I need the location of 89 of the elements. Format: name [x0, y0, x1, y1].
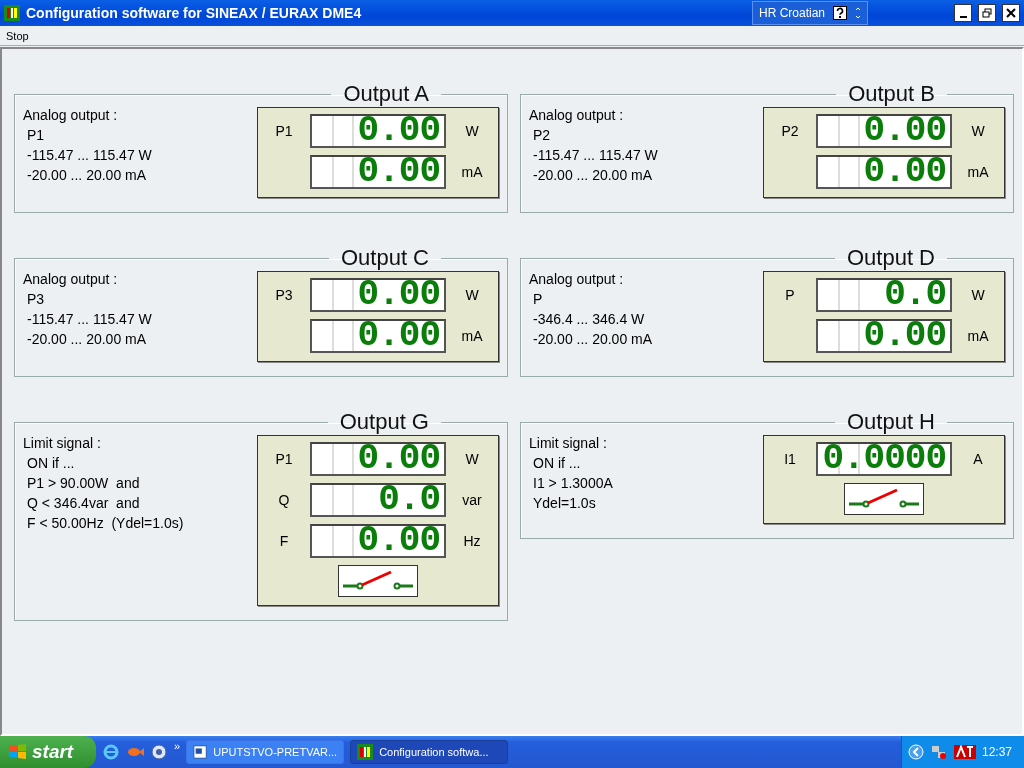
restore-button[interactable] — [978, 4, 996, 22]
clock: 12:37 — [981, 745, 1012, 759]
menu-item[interactable]: Stop — [6, 29, 29, 42]
unit-label: mA — [966, 164, 990, 180]
unit-label: Hz — [462, 533, 482, 549]
info-text: P1 > 90.00W and — [26, 474, 141, 493]
info-text: P2 — [532, 126, 552, 145]
unit-label: W — [464, 287, 480, 303]
info-text: Q < 346.4var and — [26, 494, 141, 513]
info-text: P — [532, 290, 544, 309]
quantity-label: P3 — [274, 287, 294, 303]
info-text: -20.00 ... 20.00 mA — [26, 166, 148, 185]
info-text: Limit signal : — [23, 434, 102, 453]
info-text: -115.47 ... 115.47 W — [26, 310, 152, 329]
graphics-icon[interactable] — [953, 745, 976, 759]
taskbar-button[interactable]: UPUTSTVO-PRETVAR... — [186, 740, 345, 764]
panel-title: Output G — [338, 411, 430, 433]
more-button[interactable]: » — [174, 740, 181, 752]
close-icon — [1006, 8, 1016, 18]
panel-title: Output H — [845, 411, 936, 433]
unit-label: W — [970, 123, 986, 139]
panel-title: Output A — [342, 83, 430, 105]
taskbar-button[interactable]: Configuration softwa... — [350, 740, 509, 764]
digital-readout: 0.00 — [310, 319, 446, 353]
info-text: ON if ... — [532, 454, 582, 473]
info-text: ON if ... — [26, 454, 76, 473]
quantity-label: P — [784, 287, 796, 303]
info-text: F < 50.00Hz (Ydel=1.0s) — [26, 514, 184, 533]
digital-readout: 0.00 — [310, 278, 446, 312]
info-text: Limit signal : — [529, 434, 608, 453]
digital-readout: 0.0 — [816, 278, 952, 312]
digital-readout: 0.00 — [310, 524, 446, 558]
flag-icon — [8, 743, 28, 761]
unit-label: var — [461, 492, 483, 508]
digital-readout: 0.00 — [816, 155, 952, 189]
info-text: Analog output : — [23, 270, 119, 289]
unit-label: mA — [460, 328, 484, 344]
network-icon[interactable] — [929, 744, 948, 760]
quantity-label: P1 — [274, 123, 294, 139]
info-text: -115.47 ... 115.47 W — [26, 146, 152, 165]
start-button[interactable]: start — [0, 736, 96, 768]
restore-icon — [982, 8, 992, 18]
unit-label: W — [464, 451, 480, 467]
info-text: -346.4 ... 346.4 W — [532, 310, 646, 329]
info-text: -20.00 ... 20.00 mA — [532, 166, 654, 185]
unit-label: mA — [460, 164, 484, 180]
quantity-label: F — [278, 533, 290, 549]
unit-label: W — [464, 123, 480, 139]
options-icon[interactable] — [855, 6, 861, 20]
minimize-button[interactable] — [954, 4, 972, 22]
help-icon[interactable] — [833, 6, 847, 20]
digital-readout: 0.00 — [816, 319, 952, 353]
digital-readout: 0.00 — [816, 114, 952, 148]
info-text: I1 > 1.3000A — [532, 474, 613, 493]
panel-title: Output C — [339, 247, 430, 269]
info-text: P3 — [26, 290, 46, 309]
language-label: HR Croatian — [758, 6, 825, 20]
unit-label: W — [970, 287, 986, 303]
info-text: P1 — [26, 126, 46, 145]
unit-label: A — [972, 451, 984, 467]
panel-title: Output B — [847, 83, 936, 105]
language-bar[interactable]: HR Croatian — [751, 1, 868, 25]
info-text: -115.47 ... 115.47 W — [532, 146, 658, 165]
digital-readout: 0.0000 — [816, 442, 952, 476]
info-text: Analog output : — [529, 106, 625, 125]
info-text: Analog output : — [23, 106, 119, 125]
digital-readout: 0.0 — [310, 483, 446, 517]
quantity-label: Q — [277, 492, 291, 508]
info-text: Ydel=1.0s — [532, 494, 597, 513]
app-icon — [4, 5, 20, 21]
panel-title: Output D — [845, 247, 936, 269]
digital-readout: 0.00 — [310, 114, 446, 148]
quantity-label: P2 — [780, 123, 800, 139]
minimize-icon — [959, 16, 967, 18]
quantity-label: I1 — [783, 451, 797, 467]
digital-readout: 0.00 — [310, 155, 446, 189]
browser-icon[interactable] — [102, 743, 120, 761]
app-icon — [357, 744, 374, 760]
unit-label: mA — [966, 328, 990, 344]
window-title: Configuration software for SINEAX / EURAX DME4 — [26, 5, 363, 21]
quantity-label: P1 — [274, 451, 294, 467]
media-icon[interactable] — [150, 743, 168, 761]
info-text: -20.00 ... 20.00 mA — [532, 330, 653, 349]
close-button[interactable] — [1002, 4, 1020, 22]
document-icon — [193, 744, 208, 760]
info-text: -20.00 ... 20.00 mA — [26, 330, 148, 349]
info-text: Analog output : — [529, 270, 625, 289]
chevron-icon[interactable] — [907, 744, 924, 760]
digital-readout: 0.00 — [310, 442, 446, 476]
